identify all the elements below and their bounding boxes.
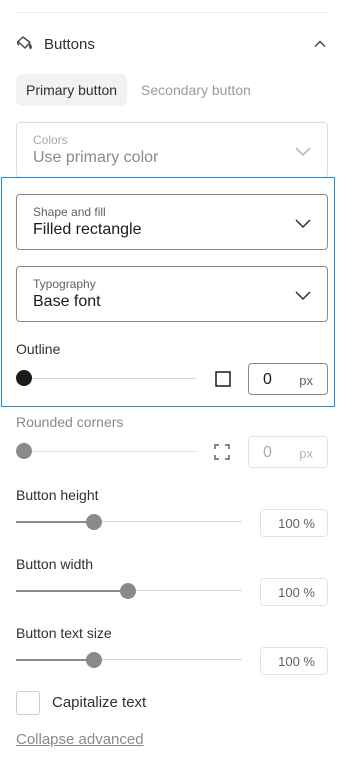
outline-slider-track[interactable] bbox=[24, 378, 196, 379]
capitalize-checkbox[interactable] bbox=[16, 691, 40, 715]
typography-select-label: Typography bbox=[33, 277, 96, 291]
colors-select[interactable]: Colors Use primary color bbox=[16, 122, 328, 178]
button-type-tabs: Primary button Secondary button bbox=[16, 74, 261, 106]
rounded-slider-track[interactable] bbox=[24, 451, 196, 452]
buttons-section-header[interactable]: Buttons bbox=[16, 32, 328, 56]
button-text-size-label: Button text size bbox=[16, 625, 112, 641]
width-slider-thumb[interactable] bbox=[120, 583, 136, 599]
typography-select[interactable]: Typography Base font bbox=[16, 266, 328, 322]
button-height-label: Button height bbox=[16, 487, 99, 503]
chevron-up-icon[interactable] bbox=[312, 36, 328, 52]
shape-and-fill-select[interactable]: Shape and fill Filled rectangle bbox=[16, 194, 328, 250]
collapse-advanced-link[interactable]: Collapse advanced bbox=[16, 731, 144, 748]
text-size-value-box[interactable]: 100 % bbox=[260, 647, 328, 675]
section-title: Buttons bbox=[44, 35, 95, 53]
rounded-corners-input[interactable]: 0 px bbox=[248, 436, 328, 468]
tab-secondary-button[interactable]: Secondary button bbox=[131, 74, 261, 106]
tab-primary-button[interactable]: Primary button bbox=[16, 74, 128, 106]
width-slider-fill bbox=[16, 590, 128, 592]
outline-width-input[interactable]: 0 px bbox=[248, 363, 328, 395]
top-divider bbox=[16, 12, 328, 13]
text-size-slider-fill bbox=[16, 659, 94, 661]
typography-select-value: Base font bbox=[33, 293, 101, 310]
rounded-unit: px bbox=[299, 446, 313, 461]
height-slider-fill bbox=[16, 521, 94, 523]
capitalize-label: Capitalize text bbox=[52, 694, 147, 711]
rounded-slider-thumb[interactable] bbox=[16, 443, 32, 459]
rounded-corners-label: Rounded corners bbox=[16, 414, 124, 430]
button-width-label: Button width bbox=[16, 556, 94, 572]
colors-select-label: Colors bbox=[33, 133, 68, 147]
height-slider-thumb[interactable] bbox=[86, 514, 102, 530]
paint-bucket-icon bbox=[16, 35, 34, 53]
chevron-down-icon bbox=[293, 285, 313, 305]
shape-select-label: Shape and fill bbox=[33, 205, 106, 219]
width-value-box[interactable]: 100 % bbox=[260, 578, 328, 606]
text-size-slider-thumb[interactable] bbox=[86, 652, 102, 668]
colors-select-value: Use primary color bbox=[33, 149, 159, 166]
corners-icon[interactable] bbox=[214, 444, 230, 460]
outline-label: Outline bbox=[16, 341, 61, 357]
outline-slider-thumb[interactable] bbox=[16, 370, 32, 386]
outline-unit: px bbox=[299, 373, 313, 388]
outline-value: 0 bbox=[263, 371, 272, 388]
chevron-down-icon bbox=[293, 141, 313, 161]
chevron-down-icon bbox=[293, 213, 313, 233]
shape-select-value: Filled rectangle bbox=[33, 221, 142, 238]
height-value-box[interactable]: 100 % bbox=[260, 509, 328, 537]
rounded-value: 0 bbox=[263, 444, 272, 461]
square-icon[interactable] bbox=[215, 371, 231, 387]
